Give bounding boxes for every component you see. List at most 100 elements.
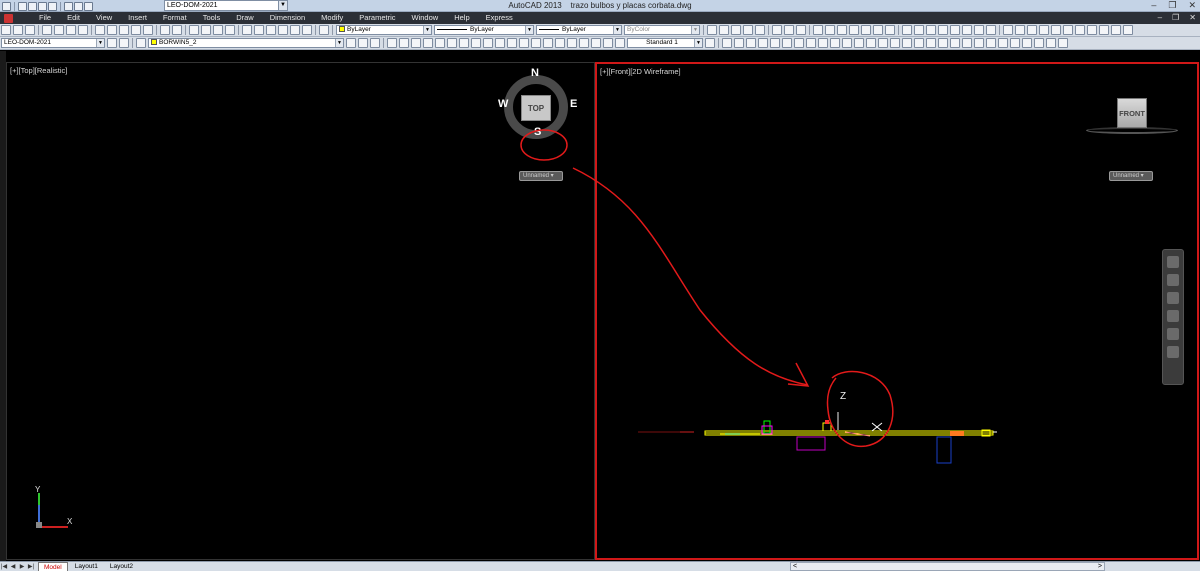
menu-view[interactable]: View: [88, 12, 120, 24]
3d-print-icon[interactable]: [78, 25, 88, 35]
3d-move-icon[interactable]: [950, 38, 960, 48]
view-bottom-icon[interactable]: [914, 25, 924, 35]
menu-window[interactable]: Window: [404, 12, 447, 24]
publish-icon[interactable]: [66, 25, 76, 35]
properties-icon[interactable]: [242, 25, 252, 35]
layer-unisolate-icon[interactable]: [1027, 25, 1037, 35]
layer-dropdown[interactable]: BORWIN5_2 ▼: [148, 38, 344, 48]
loft-icon[interactable]: [842, 38, 852, 48]
navbar-options-icon[interactable]: [1167, 346, 1179, 358]
viewport-front[interactable]: [+][Front][2D Wireframe]: [595, 62, 1199, 560]
tab-prev-button[interactable]: ◀: [9, 563, 17, 571]
layer-lock-icon[interactable]: [1063, 25, 1073, 35]
undo-icon[interactable]: [160, 25, 170, 35]
view-back-icon[interactable]: [962, 25, 972, 35]
zoom-window-icon[interactable]: [213, 25, 223, 35]
continuous-orbit-icon[interactable]: [796, 25, 806, 35]
horizontal-scrollbar[interactable]: < >: [790, 562, 1105, 571]
box-icon[interactable]: [722, 38, 732, 48]
view-sw-iso-icon[interactable]: [974, 25, 984, 35]
union-icon[interactable]: [914, 38, 924, 48]
tolerance-icon[interactable]: [543, 38, 553, 48]
torus-icon[interactable]: [782, 38, 792, 48]
tab-next-button[interactable]: ▶: [18, 563, 26, 571]
markup-icon[interactable]: [290, 25, 300, 35]
dim-aligned-icon[interactable]: [399, 38, 409, 48]
menu-dimension[interactable]: Dimension: [262, 12, 313, 24]
visual-style-hidden-icon[interactable]: [719, 25, 729, 35]
menu-file[interactable]: File: [31, 12, 59, 24]
paste-icon[interactable]: [119, 25, 129, 35]
dim-angular-icon[interactable]: [471, 38, 481, 48]
shell-icon[interactable]: [1058, 38, 1068, 48]
match-properties-icon[interactable]: [131, 25, 141, 35]
ucs-previous-icon[interactable]: [837, 25, 847, 35]
save-icon[interactable]: [25, 25, 35, 35]
dim-update-icon[interactable]: [615, 38, 625, 48]
extract-edges-icon[interactable]: [1034, 38, 1044, 48]
dim-diameter-icon[interactable]: [459, 38, 469, 48]
compass-south[interactable]: S: [534, 126, 541, 138]
cut-icon[interactable]: [95, 25, 105, 35]
dim-arc-icon[interactable]: [411, 38, 421, 48]
close-button[interactable]: ✕: [1188, 0, 1196, 11]
viewcube-compass[interactable]: TOP N S E W: [498, 67, 577, 145]
viewport-top-label[interactable]: [+][Top][Realistic]: [10, 66, 67, 75]
tool-palettes-icon[interactable]: [266, 25, 276, 35]
ucs-menu-left[interactable]: Unnamed ▾: [519, 171, 563, 181]
view-front-icon[interactable]: [950, 25, 960, 35]
visual-style-2d-icon[interactable]: [707, 25, 717, 35]
visual-style-realistic-icon[interactable]: [731, 25, 741, 35]
maximize-button[interactable]: ❐: [1168, 0, 1176, 11]
autocad-logo-icon[interactable]: [4, 13, 13, 23]
sheet-set-icon[interactable]: [278, 25, 288, 35]
slice-icon[interactable]: [998, 38, 1008, 48]
layer-states-icon[interactable]: [370, 38, 380, 48]
dim-ordinate-icon[interactable]: [423, 38, 433, 48]
orbit-icon[interactable]: [1167, 310, 1179, 322]
section-plane-icon[interactable]: [902, 38, 912, 48]
polysolid-icon[interactable]: [866, 38, 876, 48]
menu-format[interactable]: Format: [155, 12, 195, 24]
viewcube-top-face[interactable]: TOP: [521, 95, 551, 121]
plot-preview-icon[interactable]: [54, 25, 64, 35]
new-icon[interactable]: [1, 25, 11, 35]
drawing-area[interactable]: [+][Top][Realistic] [+][Front][2D Wirefr…: [0, 51, 1200, 561]
interfere-icon[interactable]: [1022, 38, 1032, 48]
block-editor-icon[interactable]: [143, 25, 153, 35]
revolve-icon[interactable]: [818, 38, 828, 48]
ucs-world-icon[interactable]: [825, 25, 835, 35]
view-se-iso-icon[interactable]: [986, 25, 996, 35]
3d-align-icon[interactable]: [974, 38, 984, 48]
subtract-icon[interactable]: [926, 38, 936, 48]
tab-model[interactable]: Model: [38, 562, 68, 571]
ucs-icon[interactable]: [813, 25, 823, 35]
sweep-icon[interactable]: [830, 38, 840, 48]
ucs-menu-right[interactable]: Unnamed ▾: [1109, 171, 1153, 181]
dim-style-icon[interactable]: [705, 38, 715, 48]
menu-parametric[interactable]: Parametric: [351, 12, 403, 24]
sphere-icon[interactable]: [734, 38, 744, 48]
orbit-icon[interactable]: [772, 25, 782, 35]
layer-off-icon[interactable]: [1051, 25, 1061, 35]
make-object-layer-current-icon[interactable]: [346, 38, 356, 48]
lineweight-dropdown[interactable]: ByLayer ▼: [536, 25, 622, 35]
menu-edit[interactable]: Edit: [59, 12, 88, 24]
layer-merge-icon[interactable]: [1087, 25, 1097, 35]
pyramid-icon[interactable]: [794, 38, 804, 48]
cylinder-icon[interactable]: [746, 38, 756, 48]
layer-previous-icon[interactable]: [1003, 25, 1013, 35]
doc-close-button[interactable]: ✕: [1189, 12, 1196, 24]
layer-freeze-icon[interactable]: [1039, 25, 1049, 35]
help-icon[interactable]: [319, 25, 329, 35]
menu-express[interactable]: Express: [478, 12, 521, 24]
cone-icon[interactable]: [758, 38, 768, 48]
ucs-view-icon[interactable]: [873, 25, 883, 35]
minimize-button[interactable]: –: [1151, 0, 1156, 11]
dim-edit-icon[interactable]: [591, 38, 601, 48]
layer-previous-2-icon[interactable]: [358, 38, 368, 48]
intersect-icon[interactable]: [938, 38, 948, 48]
dim-baseline-icon[interactable]: [495, 38, 505, 48]
menu-tools[interactable]: Tools: [195, 12, 229, 24]
pan-icon[interactable]: [189, 25, 199, 35]
